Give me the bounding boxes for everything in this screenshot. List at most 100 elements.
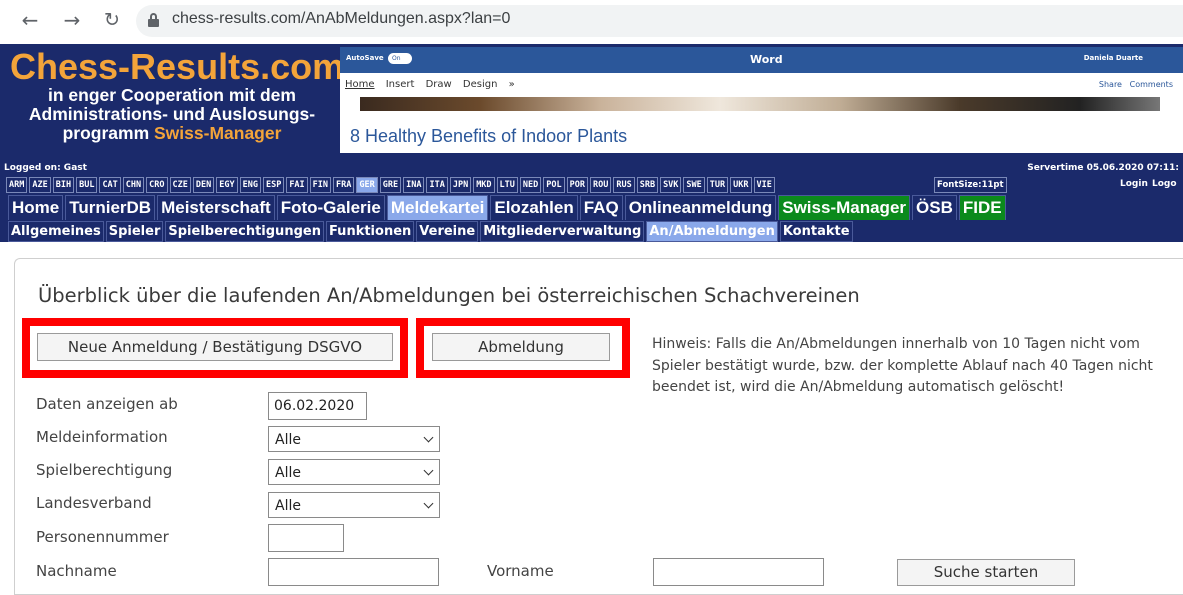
language-chn[interactable]: CHN [122,177,145,193]
reload-icon[interactable]: ↻ [100,8,124,32]
logo-subtitle-line: Administrations- und Auslosungs- [28,104,316,124]
nav-item-foto-galerie[interactable]: Foto-Galerie [276,195,385,221]
page-title: Überblick über die laufenden An/Abmeldun… [38,284,860,307]
nav-item-turnierdb[interactable]: TurnierDB [65,195,156,221]
language-fai[interactable]: FAI [286,177,308,193]
subnav-item-an-abmeldungen[interactable]: An/Abmeldungen [646,221,778,242]
language-bih[interactable]: BIH [52,177,75,193]
nachname-label: Nachname [36,562,117,580]
fontsize-selector[interactable]: FontSize:11pt [934,177,1007,193]
nachname-input[interactable] [268,558,439,586]
language-bul[interactable]: BUL [76,177,98,193]
ad-headline: 8 Healthy Benefits of Indoor Plants [350,126,628,146]
subnav-item-allgemeines[interactable]: Allgemeines [8,221,104,242]
language-rus[interactable]: RUS [613,177,635,193]
date-label: Daten anzeigen ab [36,395,178,413]
language-esp[interactable]: ESP [262,177,285,193]
ad-tab: Home [345,79,375,90]
ad-ribbon: AutoSave On Word Daniela Duarte [340,47,1183,73]
landesverband-select[interactable]: Alle [268,492,440,518]
nav-item-faq[interactable]: FAQ [579,195,623,221]
language-vie[interactable]: VIE [753,177,775,193]
logo-subtitle-line: in enger Cooperation mit dem [48,85,296,105]
meldeinfo-select[interactable]: Alle [268,426,440,452]
ad-toggle: On [388,53,412,64]
language-ukr[interactable]: UKR [730,177,752,193]
date-input[interactable]: 06.02.2020 [268,392,367,420]
language-swe[interactable]: SWE [683,177,705,193]
language-ita[interactable]: ITA [426,177,448,193]
subnav-item-spieler[interactable]: Spieler [105,221,164,242]
language-cro[interactable]: CRO [146,177,168,193]
forward-arrow-icon[interactable]: → [60,8,84,32]
lock-icon [148,13,159,27]
login-link[interactable]: Login [1120,177,1148,191]
language-gre[interactable]: GRE [379,177,402,193]
nav-item-meldekartei[interactable]: Meldekartei [386,195,489,221]
language-srb[interactable]: SRB [636,177,659,193]
subnav-item-spielberechtigungen[interactable]: Spielberechtigungen [165,221,324,242]
language-cze[interactable]: CZE [169,177,191,193]
subnav-item-vereine[interactable]: Vereine [416,221,479,242]
language-arm[interactable]: ARM [6,177,28,193]
deregistration-button[interactable]: Abmeldung [432,333,610,361]
meldeinfo-label: Meldeinformation [36,428,168,446]
language-jpn[interactable]: JPN [449,177,472,193]
ad-tab: Draw [425,79,452,90]
logo-swiss-manager: Swiss-Manager [154,123,282,143]
logo-subtitle-text: programm [62,123,154,143]
vorname-label: Vorname [487,562,554,580]
nav-item-meisterschaft[interactable]: Meisterschaft [157,195,275,221]
ad-tab: Insert [385,79,415,90]
subnav-item-kontakte[interactable]: Kontakte [779,221,853,242]
nav-item-swiss-manager[interactable]: Swiss-Manager [778,195,911,221]
ad-photo [360,97,1160,111]
logout-link[interactable]: Logo [1152,177,1177,191]
language-por[interactable]: POR [566,177,588,193]
language-svk[interactable]: SVK [660,177,682,193]
language-egy[interactable]: EGY [216,177,238,193]
language-mkd[interactable]: MKD [473,177,495,193]
spielberechtigung-label: Spielberechtigung [36,461,173,479]
language-pol[interactable]: POL [543,177,565,193]
language-eng[interactable]: ENG [239,177,261,193]
subnav-item-funktionen[interactable]: Funktionen [325,221,415,242]
chevron-down-icon [423,465,434,476]
language-ned[interactable]: NED [519,177,542,193]
nav-item-onlineanmeldung[interactable]: Onlineanmeldung [624,195,777,221]
nav-item--sb[interactable]: ÖSB [912,195,957,221]
chevron-down-icon [423,498,434,509]
nav-item-fide[interactable]: FIDE [958,195,1006,221]
site-logo-subtitle: in enger Cooperation mit dem Administrat… [12,86,332,143]
personennummer-input[interactable] [268,524,344,552]
vorname-input[interactable] [653,558,824,586]
language-fra[interactable]: FRA [333,177,355,193]
url-text[interactable]: chess-results.com/AnAbMeldungen.aspx?lan… [172,10,510,28]
language-tur[interactable]: TUR [706,177,729,193]
language-rou[interactable]: ROU [589,177,612,193]
ad-tab: Design [462,79,498,90]
back-arrow-icon[interactable]: ← [18,8,42,32]
spielberechtigung-select[interactable]: Alle [268,459,440,485]
advertisement-banner[interactable]: AutoSave On Word Daniela Duarte Home Ins… [340,47,1183,153]
ad-share: Share Comments [1099,80,1173,89]
subnav-item-mitgliederverwaltung[interactable]: Mitgliederverwaltung [480,221,645,242]
nav-item-elozahlen[interactable]: Elozahlen [490,195,578,221]
meldeinfo-value: Alle [275,432,301,448]
language-cat[interactable]: CAT [99,177,121,193]
sub-navigation-items: Allgemeines Spieler Spielberechtigungen Fun… [8,221,853,242]
language-ina[interactable]: INA [403,177,425,193]
language-list: ARM AZE BIH BUL CAT CHN CRO CZE DEN EGY ENG ESP FAI F… [6,177,775,193]
new-registration-button[interactable]: Neue Anmeldung / Bestätigung DSGVO [37,333,393,361]
language-ger[interactable]: GER [356,177,378,193]
language-fin[interactable]: FIN [309,177,332,193]
language-den[interactable]: DEN [192,177,215,193]
nav-item-home[interactable]: Home [8,195,64,221]
site-logo-title[interactable]: Chess-Results.com [10,48,344,86]
content-panel [14,258,1183,595]
search-button[interactable]: Suche starten [897,559,1075,586]
language-ltu[interactable]: LTU [496,177,518,193]
language-aze[interactable]: AZE [29,177,51,193]
ad-tab: » [508,79,515,90]
ad-comments-label: Comments [1129,80,1173,89]
